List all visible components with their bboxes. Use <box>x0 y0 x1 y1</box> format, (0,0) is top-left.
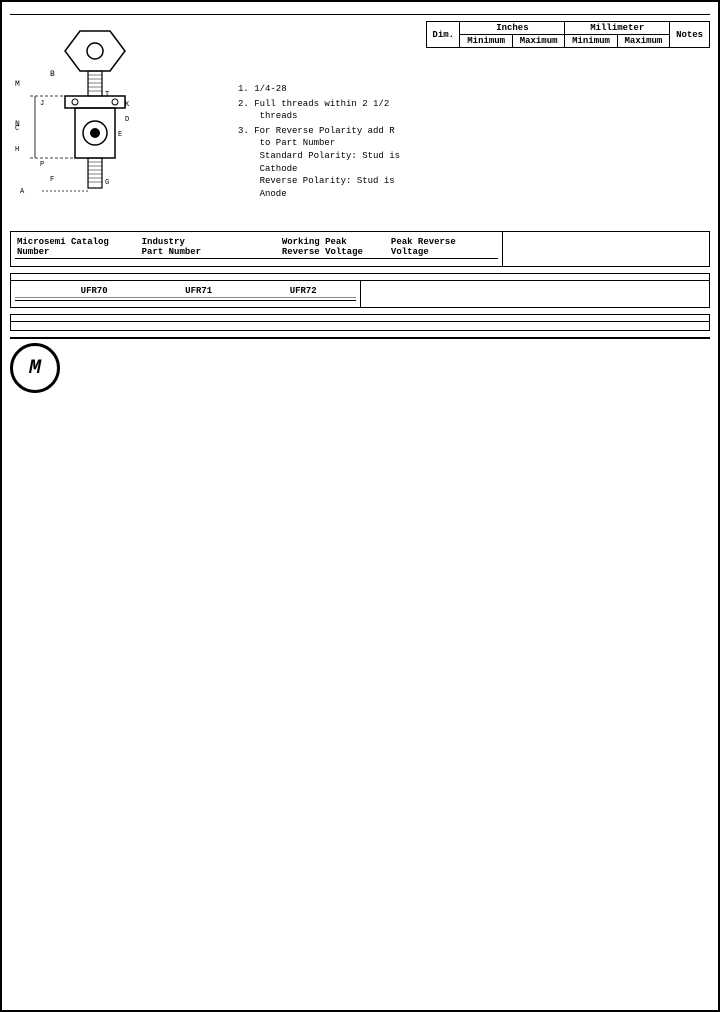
electrical-right <box>361 281 710 307</box>
component-diagram: M N B <box>10 21 220 221</box>
catalog-table-area: Microsemi CatalogNumber IndustryPart Num… <box>11 232 503 266</box>
diagram-area: M N B <box>10 21 230 225</box>
max-header: Maximum <box>512 35 564 48</box>
thermal-inner <box>11 322 709 330</box>
electrical-inner: UFR70 UFR71 UFR72 <box>11 281 709 307</box>
middle-section: Microsemi CatalogNumber IndustryPart Num… <box>10 231 710 267</box>
ufr72-col: UFR72 <box>251 285 356 298</box>
ufr71-col: UFR71 <box>146 285 251 298</box>
electrical-table: UFR70 UFR71 UFR72 <box>15 285 356 298</box>
electrical-left: UFR70 UFR71 UFR72 <box>11 281 361 307</box>
features-area <box>509 232 709 266</box>
min-header: Minimum <box>460 35 512 48</box>
thermal-section <box>10 314 710 331</box>
mm-min-header: Minimum <box>565 35 617 48</box>
catalog-table: Microsemi CatalogNumber IndustryPart Num… <box>15 236 498 259</box>
svg-text:E: E <box>118 131 122 139</box>
notes-col-header: Notes <box>670 22 710 48</box>
svg-text:P: P <box>40 161 44 169</box>
note-3: 3. For Reverse Polarity add R to Part Nu… <box>238 125 418 201</box>
industry-header: IndustryPart Number <box>140 236 280 259</box>
dim-col-header: Dim. <box>427 22 460 48</box>
electrical-title <box>11 274 709 281</box>
svg-text:J: J <box>40 100 44 108</box>
svg-text:D: D <box>125 116 129 124</box>
note-1: 1. 1/4-28 <box>238 83 418 96</box>
svg-text:F: F <box>50 176 54 184</box>
svg-text:C: C <box>15 125 19 133</box>
prv-header: Peak ReverseVoltage <box>389 236 498 259</box>
svg-text:M: M <box>15 80 20 89</box>
dimension-table: Dim. Inches Millimeter Notes Minimum Max… <box>426 21 710 48</box>
notes-area: 1. 1/4-28 2. Full threads within 2 1/2 t… <box>238 21 418 225</box>
logo-circle: M <box>10 343 60 393</box>
ufr70-col: UFR70 <box>42 285 147 298</box>
page: M N B <box>0 0 720 1012</box>
title-section <box>10 10 710 15</box>
wpkv-header: Working PeakReverse Voltage <box>280 236 389 259</box>
top-section: M N B <box>10 21 710 225</box>
note-2: 2. Full threads within 2 1/2 threads <box>238 98 418 123</box>
svg-text:A: A <box>20 188 25 196</box>
inches-header: Inches <box>460 22 565 35</box>
svg-text:G: G <box>105 179 109 187</box>
svg-text:H: H <box>15 146 19 154</box>
pulse-note <box>15 300 356 303</box>
svg-text:K: K <box>125 101 130 109</box>
svg-text:B: B <box>50 70 55 79</box>
cat-num-header: Microsemi CatalogNumber <box>15 236 140 259</box>
mm-header: Millimeter <box>565 22 670 35</box>
footer-section: M <box>10 337 710 393</box>
electrical-section: UFR70 UFR71 UFR72 <box>10 273 710 308</box>
logo-area: M <box>10 343 710 393</box>
svg-text:T: T <box>105 91 109 99</box>
dim-table-area: Dim. Inches Millimeter Notes Minimum Max… <box>426 21 710 225</box>
mm-max-header: Maximum <box>617 35 669 48</box>
thermal-title <box>11 315 709 322</box>
